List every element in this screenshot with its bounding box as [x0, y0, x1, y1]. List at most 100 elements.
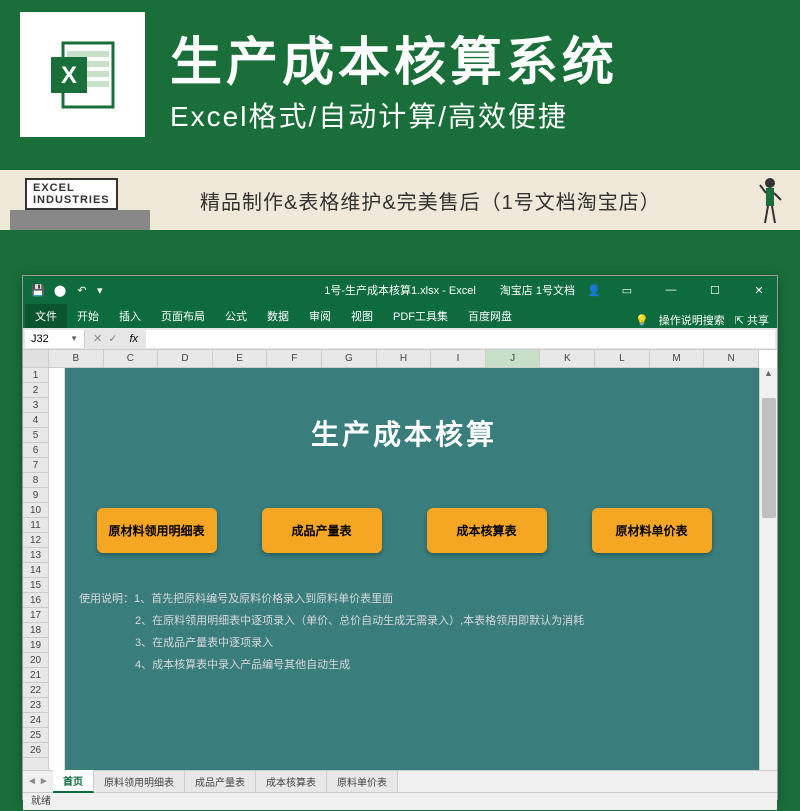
person-illustration: [755, 175, 785, 225]
banner-subtitle: Excel格式/自动计算/高效便捷: [170, 95, 568, 135]
close-button[interactable]: ✕: [741, 276, 777, 304]
column-header-C[interactable]: C: [104, 350, 159, 367]
column-header-M[interactable]: M: [650, 350, 705, 367]
sheet-nav-prev-icon[interactable]: ◄: [27, 776, 37, 787]
column-header-E[interactable]: E: [213, 350, 268, 367]
row-header-1[interactable]: 1: [23, 368, 48, 383]
formula-bar: J32 ▼ ✕ ✓ fx: [23, 328, 777, 350]
user-icon[interactable]: 👤: [587, 283, 601, 297]
row-header-21[interactable]: 21: [23, 668, 48, 683]
maximize-button[interactable]: ☐: [697, 276, 733, 304]
strip-text: 精品制作&表格维护&完美售后（1号文档淘宝店）: [200, 186, 661, 215]
row-header-6[interactable]: 6: [23, 443, 48, 458]
sheet-tab-cost[interactable]: 成本核算表: [256, 771, 327, 792]
row-header-9[interactable]: 9: [23, 488, 48, 503]
tab-formulas[interactable]: 公式: [215, 304, 257, 328]
row-header-15[interactable]: 15: [23, 578, 48, 593]
status-text: 就绪: [31, 796, 51, 807]
row-header-10[interactable]: 10: [23, 503, 48, 518]
tab-layout[interactable]: 页面布局: [151, 304, 215, 328]
tab-file[interactable]: 文件: [25, 304, 67, 328]
column-header-L[interactable]: L: [595, 350, 650, 367]
row-header-12[interactable]: 12: [23, 533, 48, 548]
row-header-23[interactable]: 23: [23, 698, 48, 713]
row-header-4[interactable]: 4: [23, 413, 48, 428]
row-headers: 1234567891011121314151617181920212223242…: [23, 368, 49, 770]
column-header-B[interactable]: B: [49, 350, 104, 367]
nav-button-materials-detail[interactable]: 原材料领用明细表: [97, 508, 217, 553]
qat-more[interactable]: ▾: [97, 284, 103, 297]
row-header-24[interactable]: 24: [23, 713, 48, 728]
row-header-14[interactable]: 14: [23, 563, 48, 578]
tab-baidu[interactable]: 百度网盘: [458, 304, 522, 328]
row-header-22[interactable]: 22: [23, 683, 48, 698]
row-header-19[interactable]: 19: [23, 638, 48, 653]
row-header-17[interactable]: 17: [23, 608, 48, 623]
instructions-block: 使用说明：1、首先把原料编号及原料价格录入到原料单价表里面 2、在原料领用明细表…: [49, 588, 759, 676]
tab-data[interactable]: 数据: [257, 304, 299, 328]
fx-icon[interactable]: fx: [123, 333, 144, 345]
row-header-25[interactable]: 25: [23, 728, 48, 743]
scrollbar-thumb[interactable]: [762, 398, 776, 518]
row-header-26[interactable]: 26: [23, 743, 48, 758]
building-sign: EXCELINDUSTRIES: [25, 178, 118, 210]
formula-input[interactable]: [146, 330, 775, 348]
tab-review[interactable]: 审阅: [299, 304, 341, 328]
nav-button-price[interactable]: 原材料单价表: [592, 508, 712, 553]
industries-building: EXCELINDUSTRIES: [10, 170, 170, 230]
row-header-16[interactable]: 16: [23, 593, 48, 608]
ribbon-display-icon[interactable]: ▭: [609, 276, 645, 304]
banner-strip: EXCELINDUSTRIES 精品制作&表格维护&完美售后（1号文档淘宝店）: [0, 170, 800, 230]
sheet-tab-home[interactable]: 首页: [53, 770, 94, 793]
enter-formula-icon[interactable]: ✓: [108, 332, 117, 345]
save-icon[interactable]: 💾: [31, 283, 45, 297]
row-header-11[interactable]: 11: [23, 518, 48, 533]
row-header-3[interactable]: 3: [23, 398, 48, 413]
share-button[interactable]: ⇱ 共享: [735, 312, 769, 328]
column-header-F[interactable]: F: [267, 350, 322, 367]
sheet-main-title: 生产成本核算: [49, 413, 759, 453]
vertical-scrollbar[interactable]: ▲: [759, 368, 777, 770]
name-box-dropdown-icon[interactable]: ▼: [70, 334, 78, 343]
select-all-corner[interactable]: [23, 350, 49, 368]
cancel-formula-icon[interactable]: ✕: [93, 332, 102, 345]
sheet-nav-next-icon[interactable]: ►: [39, 776, 49, 787]
sheet-tab-output[interactable]: 成品产量表: [185, 771, 256, 792]
row-header-20[interactable]: 20: [23, 653, 48, 668]
document-title: 1号-生产成本核算1.xlsx - Excel: [324, 282, 476, 298]
tab-pdf[interactable]: PDF工具集: [383, 304, 458, 328]
minimize-button[interactable]: —: [653, 276, 689, 304]
column-header-N[interactable]: N: [704, 350, 759, 367]
tab-view[interactable]: 视图: [341, 304, 383, 328]
instruction-3: 3、在成品产量表中逐项录入: [79, 632, 759, 654]
sheet-tab-price[interactable]: 原料单价表: [327, 771, 398, 792]
row-header-7[interactable]: 7: [23, 458, 48, 473]
row-header-5[interactable]: 5: [23, 428, 48, 443]
column-header-K[interactable]: K: [540, 350, 595, 367]
tell-me[interactable]: 操作说明搜索: [659, 312, 725, 328]
instruction-4: 4、成本核算表中录入产品编号其他自动生成: [79, 654, 759, 676]
row-header-13[interactable]: 13: [23, 548, 48, 563]
instructions-label: 使用说明：: [79, 588, 134, 610]
nav-button-cost[interactable]: 成本核算表: [427, 508, 547, 553]
column-header-D[interactable]: D: [158, 350, 213, 367]
instruction-2: 2、在原料领用明细表中逐项录入（单价、总价自动生成无需录入）,本表格领用即默认为…: [79, 610, 759, 632]
column-header-G[interactable]: G: [322, 350, 377, 367]
column-header-H[interactable]: H: [377, 350, 432, 367]
row-header-2[interactable]: 2: [23, 383, 48, 398]
name-box[interactable]: J32 ▼: [25, 330, 85, 348]
nav-button-row: 原材料领用明细表 成品产量表 成本核算表 原材料单价表: [49, 508, 759, 553]
nav-button-output[interactable]: 成品产量表: [262, 508, 382, 553]
column-header-J[interactable]: J: [486, 350, 541, 367]
column-header-I[interactable]: I: [431, 350, 486, 367]
tab-insert[interactable]: 插入: [109, 304, 151, 328]
tab-home[interactable]: 开始: [67, 304, 109, 328]
row-header-8[interactable]: 8: [23, 473, 48, 488]
undo-icon[interactable]: ↶: [75, 283, 89, 297]
column-b-blank: [49, 368, 65, 770]
autosave-toggle[interactable]: ⬤: [53, 283, 67, 297]
sheet-tab-materials[interactable]: 原料领用明细表: [94, 771, 185, 792]
excel-logo-box: X: [20, 12, 145, 137]
promo-banner: X 生产成本核算系统 Excel格式/自动计算/高效便捷 EXCELINDUST…: [0, 0, 800, 230]
row-header-18[interactable]: 18: [23, 623, 48, 638]
